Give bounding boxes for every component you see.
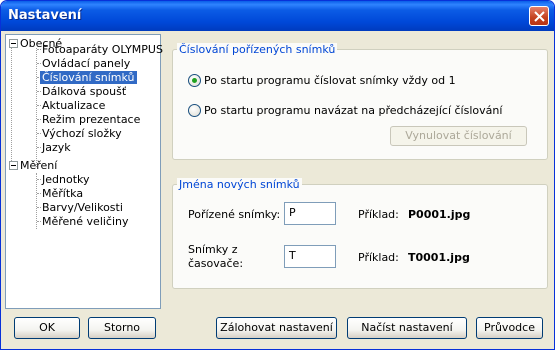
tree-item-jazyk[interactable]: Jazyk (40, 141, 73, 154)
close-icon (534, 11, 545, 22)
tree-item-label: Výchozí složky (42, 127, 122, 140)
timer-label-line2: časovače: (188, 257, 244, 270)
title-bar[interactable]: Nastavení (1, 1, 554, 31)
tree-item-barvy-velikosti[interactable]: Barvy/Velikosti (40, 201, 125, 214)
tree-item-label: Číslování snímků (40, 71, 137, 84)
load-settings-button[interactable]: Načíst nastavení (347, 317, 467, 339)
close-button[interactable] (529, 6, 549, 26)
tree-item-aktualizace[interactable]: Aktualizace (40, 99, 107, 112)
tree-item-label: Ovládací panely (42, 57, 131, 70)
backup-settings-button[interactable]: Zálohovat nastavení (216, 317, 337, 339)
tree-item-fotoaparaty[interactable]: Fotoaparáty OLYMPUS (40, 43, 165, 56)
tree-item-label: Měřítka (42, 187, 84, 200)
timer-label-line1: Snímky z (188, 243, 238, 256)
tree-item-label: Režim prezentace (42, 113, 141, 126)
tree-item-label: Aktualizace (42, 99, 106, 112)
timer-prefix-input[interactable]: T (284, 245, 336, 268)
tree-item-label: Měření (20, 159, 58, 172)
names-group-title: Jména nových snímků (177, 178, 302, 191)
tree-item-dalkova-spoust[interactable]: Dálková spoušť (40, 85, 128, 98)
tree-item-label: Jazyk (42, 141, 71, 154)
radio-continue-numbering-label[interactable]: Po startu programu navázat na předcházej… (204, 104, 502, 117)
tree-item-rezim-prezentace[interactable]: Režim prezentace (40, 113, 142, 126)
radio-number-from-one[interactable] (188, 74, 201, 87)
reset-numbering-button[interactable]: Vynulovat číslování (390, 126, 527, 146)
radio-number-from-one-label[interactable]: Po startu programu číslovat snímky vždy … (204, 74, 456, 87)
tree-item-jednotky[interactable]: Jednotky (40, 173, 92, 186)
names-group (172, 184, 548, 289)
example-label-2: Příklad: (358, 251, 399, 264)
collapse-icon[interactable] (9, 39, 18, 48)
example-label-1: Příklad: (358, 208, 399, 221)
settings-tree[interactable]: Obecné Fotoaparáty OLYMPUS Ovládací pane… (5, 34, 163, 309)
cancel-button[interactable]: Storno (88, 317, 156, 339)
collapse-icon[interactable] (9, 161, 18, 170)
tree-item-label: Fotoaparáty OLYMPUS (42, 43, 163, 56)
window-title: Nastavení (8, 8, 82, 23)
tree-item-label: Jednotky (42, 173, 90, 186)
tree-item-cislovani-snimku[interactable]: Číslování snímků (40, 71, 137, 84)
tree-item-label: Barvy/Velikosti (42, 201, 123, 214)
ok-button[interactable]: OK (14, 317, 80, 339)
wizard-button[interactable]: Průvodce (476, 317, 543, 339)
radio-continue-numbering[interactable] (188, 104, 201, 117)
tree-item-meritka[interactable]: Měřítka (40, 187, 85, 200)
tree-item-vychozi-slozky[interactable]: Výchozí složky (40, 127, 124, 140)
example-value-2: T0001.jpg (408, 251, 470, 264)
captured-label: Pořízené snímky: (188, 208, 281, 221)
tree-item-merene-veliciny[interactable]: Měřené veličiny (40, 215, 131, 228)
settings-dialog: Nastavení Obecné Fotoaparáty OLYMPUS Ovl… (0, 0, 555, 350)
captured-prefix-input[interactable]: P (284, 202, 336, 225)
example-value-1: P0001.jpg (408, 208, 471, 221)
tree-item-ovladaci-panely[interactable]: Ovládací panely (40, 57, 132, 70)
tree-item-label: Dálková spoušť (42, 85, 127, 98)
numbering-group-title: Číslování pořízených snímků (177, 43, 338, 56)
tree-item-label: Měřené veličiny (42, 215, 129, 228)
